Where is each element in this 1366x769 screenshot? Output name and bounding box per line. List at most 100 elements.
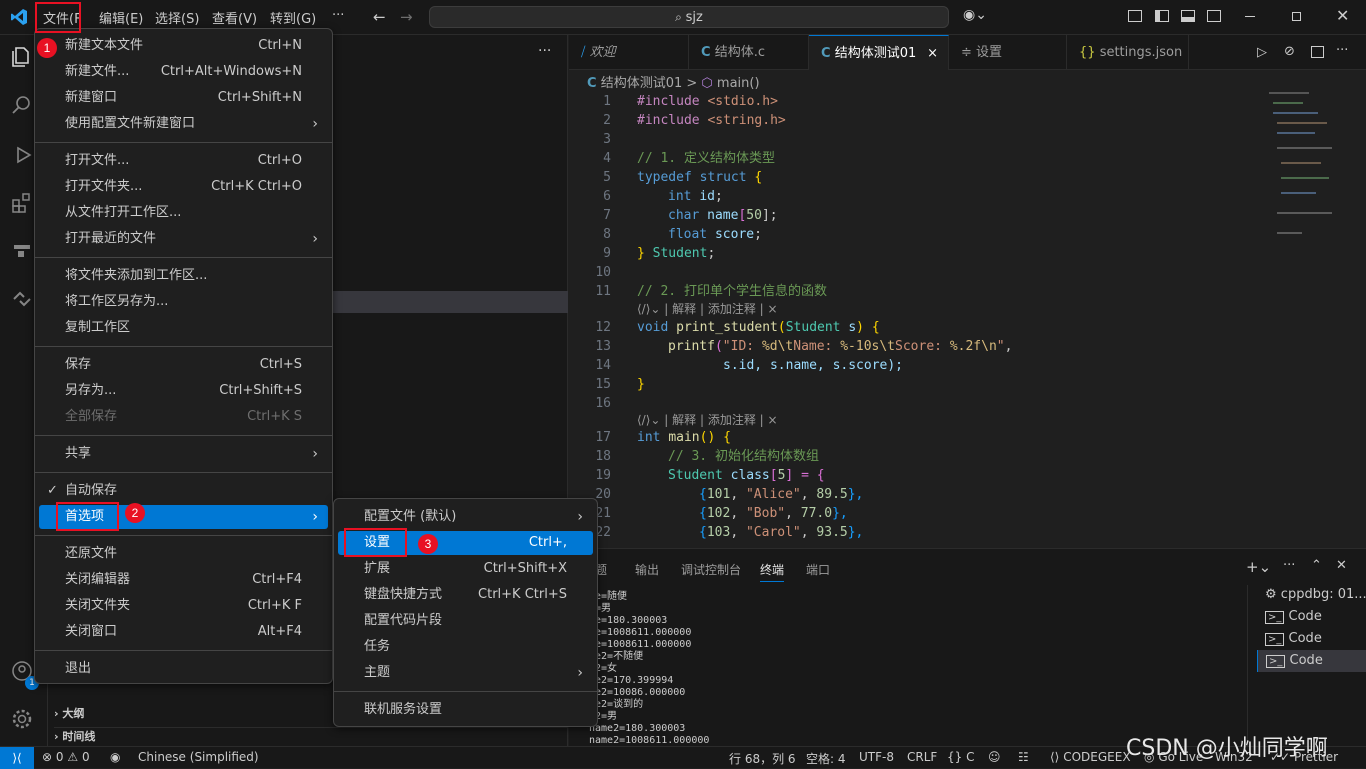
restore-icon[interactable] (1292, 12, 1301, 21)
terminal-list-item[interactable]: >_ Code (1257, 606, 1366, 628)
copilot-status-icon[interactable]: ☺ (988, 750, 1001, 764)
terminal-list-item[interactable]: >_ Code (1257, 650, 1366, 672)
codelens[interactable]: ⟨/⟩⌄ | 解释 | 添加注释 | × (637, 301, 778, 318)
menu-item-close-editor[interactable]: 关闭编辑器 Ctrl+F4 (39, 568, 328, 592)
codegeex-status[interactable]: ⟨⟩ CODEGEEX (1050, 750, 1131, 764)
outline-section[interactable]: › 大纲 (54, 705, 84, 721)
tab-welcome[interactable]: ⧸ 欢迎 (569, 35, 689, 70)
toggle-secondary-sidebar-icon[interactable] (1207, 10, 1221, 22)
menu-item-snippets[interactable]: 配置代码片段 (338, 609, 593, 633)
menu-item-new-file[interactable]: 新建文件... Ctrl+Alt+Windows+N (39, 60, 328, 84)
tab-struct-test01[interactable]: C 结构体测试01 × (809, 35, 949, 70)
menu-item-new-window-profile[interactable]: 使用配置文件新建窗口 › (39, 112, 328, 136)
search-icon: ⌕ (675, 10, 686, 24)
menu-item-close-folder[interactable]: 关闭文件夹 Ctrl+K F (39, 594, 328, 618)
close-window-icon[interactable]: ✕ (1336, 6, 1349, 25)
language-pack[interactable]: Chinese (Simplified) (138, 750, 259, 764)
tab-settings-json[interactable]: {} settings.json (1067, 35, 1189, 70)
menu-item-save-workspace-as[interactable]: 将工作区另存为... (39, 290, 328, 314)
tab-ports[interactable]: 端口 (806, 561, 830, 578)
menu-item-save-as[interactable]: 另存为... Ctrl+Shift+S (39, 379, 328, 403)
gear-icon[interactable] (10, 707, 38, 735)
codegeex-icon: ⟨⟩ (1050, 750, 1060, 764)
menu-item-duplicate-workspace[interactable]: 复制工作区 (39, 316, 328, 340)
broadcast-icon[interactable]: ◉ (110, 750, 120, 764)
menu-item-share[interactable]: 共享 › (39, 442, 328, 466)
indentation[interactable]: 空格: 4 (806, 750, 846, 767)
chevron-right-icon: › (312, 446, 318, 462)
menu-item-open-workspace[interactable]: 从文件打开工作区... (39, 201, 328, 225)
breadcrumb[interactable]: C 结构体测试01 > ⬡ main() (587, 72, 760, 92)
toggle-sidebar-icon[interactable] (1155, 10, 1169, 22)
menu-item-online-services[interactable]: 联机服务设置 (338, 698, 593, 722)
terminal-list-item[interactable]: >_ Code (1257, 628, 1366, 650)
menu-item-auto-save[interactable]: ✓ 自动保存 (39, 479, 328, 503)
tab-settings[interactable]: ≑ 设置 (949, 35, 1067, 70)
menu-selection[interactable]: 选择(S) (155, 8, 199, 27)
menu-item-open-file[interactable]: 打开文件... Ctrl+O (39, 149, 328, 173)
menu-item-save[interactable]: 保存 Ctrl+S (39, 353, 328, 377)
menu-item-exit[interactable]: 退出 (39, 657, 328, 681)
run-icon[interactable]: ▷ (1257, 45, 1267, 60)
highlight-box-settings (344, 528, 407, 557)
new-terminal-icon[interactable]: +⌄ (1246, 558, 1271, 576)
close-panel-icon[interactable]: ✕ (1336, 558, 1347, 573)
json-icon: {} (1079, 45, 1096, 60)
encoding[interactable]: UTF-8 (859, 750, 894, 764)
terminal-list-item[interactable]: ⚙ cppdbg: 01... (1257, 584, 1366, 606)
menu-more[interactable]: ··· (332, 8, 344, 23)
cube-icon: ⬡ (701, 76, 713, 91)
eye-off-icon[interactable]: ⊘ (1284, 44, 1295, 59)
editor-more-icon[interactable]: ··· (1336, 43, 1348, 58)
terminal-line: me=1008611.000000 (589, 627, 692, 638)
menu-item-close-window[interactable]: 关闭窗口 Alt+F4 (39, 620, 328, 644)
language-mode[interactable]: {} C (947, 750, 975, 764)
menu-edit[interactable]: 编辑(E) (99, 8, 143, 27)
layout-customize-icon[interactable] (1128, 10, 1142, 22)
panel-more-icon[interactable]: ··· (1283, 558, 1295, 573)
tab-debug-console[interactable]: 调试控制台 (681, 561, 741, 578)
menu-item-revert-file[interactable]: 还原文件 (39, 542, 328, 566)
close-tab-icon[interactable]: × (927, 36, 938, 70)
back-arrow-icon[interactable]: ← (373, 8, 386, 26)
maximize-panel-icon[interactable]: ⌃ (1311, 558, 1322, 573)
error-icon: ⊗ (42, 750, 53, 764)
menu-item-new-text-file[interactable]: 新建文本文件 Ctrl+N (39, 34, 328, 58)
remote-indicator[interactable]: ⟩⟨ (0, 747, 34, 769)
tab-struct-c[interactable]: C 结构体.c (689, 35, 809, 70)
menu-item-open-recent[interactable]: 打开最近的文件 › (39, 227, 328, 251)
menu-item-tasks[interactable]: 任务 (338, 635, 593, 659)
toggle-panel-icon[interactable] (1181, 10, 1195, 22)
menu-item-extensions[interactable]: 扩展 Ctrl+Shift+X (338, 557, 593, 581)
braces-icon: {} (947, 750, 963, 764)
menu-item-profile[interactable]: 配置文件 (默认) › (338, 505, 593, 529)
menu-item-add-folder[interactable]: 将文件夹添加到工作区... (39, 264, 328, 288)
command-center-search[interactable]: ⌕ sjz (429, 6, 949, 28)
menu-item-new-window[interactable]: 新建窗口 Ctrl+Shift+N (39, 86, 328, 110)
bottom-panel: 题 输出 调试控制台 终端 端口 +⌄ ··· ⌃ ✕ me=随便 x=男 me… (569, 548, 1366, 747)
codelens[interactable]: ⟨/⟩⌄ | 解释 | 添加注释 | × (637, 412, 778, 429)
split-editor-icon[interactable] (1311, 46, 1324, 58)
minimize-icon[interactable] (1245, 16, 1255, 17)
tab-terminal[interactable]: 终端 (760, 561, 785, 582)
menu-item-keyboard-shortcuts[interactable]: 键盘快捷方式 Ctrl+K Ctrl+S (338, 583, 593, 607)
vscode-logo-icon: ⧸ (581, 45, 586, 60)
menu-item-open-folder[interactable]: 打开文件夹... Ctrl+K Ctrl+O (39, 175, 328, 199)
sidebar-more-icon[interactable]: ··· (538, 43, 551, 59)
copilot-icon[interactable]: ◉⌄ (963, 7, 987, 23)
watermark: CSDN @小灿同学啊 (1126, 736, 1328, 761)
timeline-section[interactable]: › 时间线 (54, 727, 568, 744)
search-text: sjz (685, 10, 703, 25)
menu-item-theme[interactable]: 主题 › (338, 661, 593, 685)
minimap[interactable] (1269, 92, 1339, 242)
problems-indicator[interactable]: ⊗ 0 ⚠ 0 (42, 750, 90, 764)
menu-go[interactable]: 转到(G) (270, 8, 316, 27)
menu-view[interactable]: 查看(V) (212, 8, 257, 27)
warning-icon: ⚠ (67, 750, 79, 764)
line-ending[interactable]: CRLF (907, 750, 937, 764)
forward-arrow-icon[interactable]: → (400, 8, 413, 26)
tab-output[interactable]: 输出 (635, 561, 659, 578)
notification-icon[interactable]: ☷ (1018, 750, 1029, 764)
cursor-position[interactable]: 行 68，列 6 (729, 750, 796, 767)
sidebar-selected-row[interactable] (333, 291, 568, 313)
